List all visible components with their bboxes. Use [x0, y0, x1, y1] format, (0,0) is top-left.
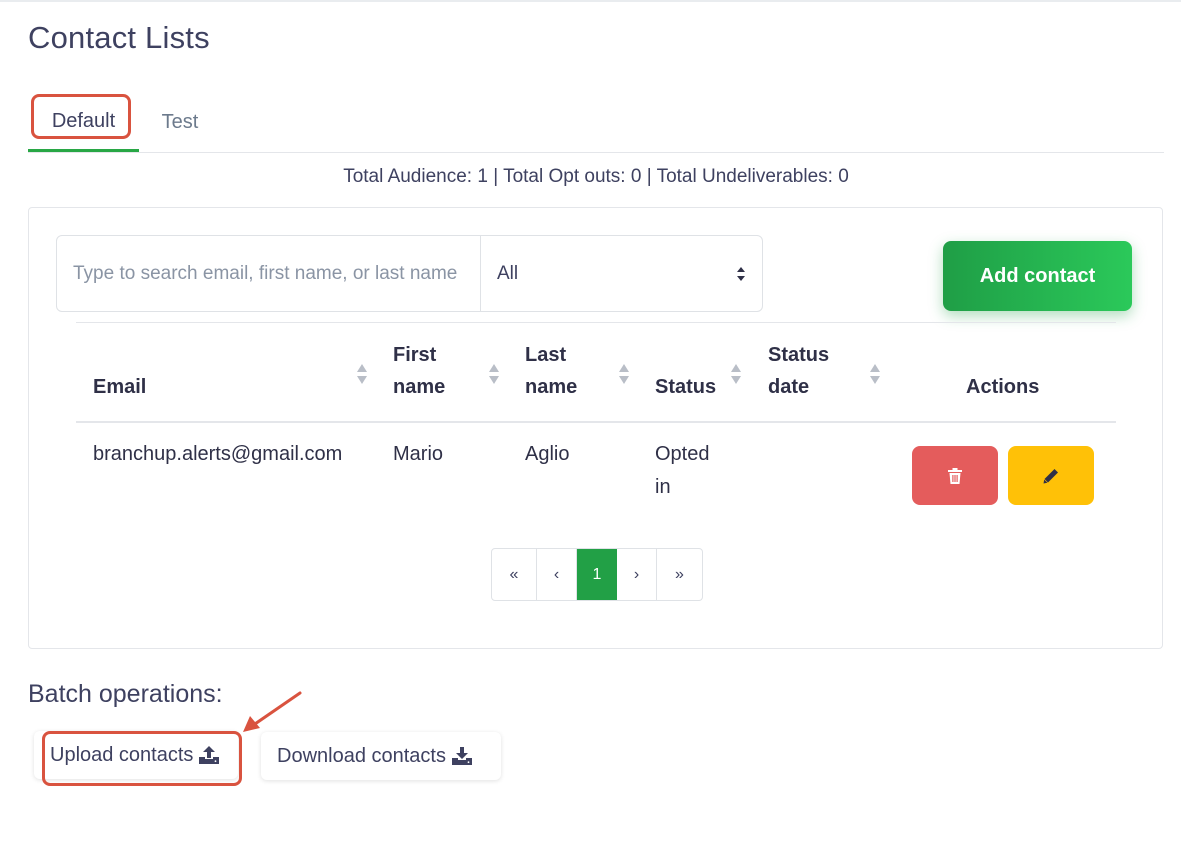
sort-icon[interactable] — [356, 363, 368, 385]
search-filter-group: All — [56, 235, 763, 312]
column-header-email[interactable]: Email — [93, 371, 146, 403]
column-header-email-label: Email — [93, 376, 147, 398]
pagination-next[interactable]: › — [617, 549, 657, 600]
cell-email: branchup.alerts@gmail.com — [93, 443, 343, 465]
pagination-last[interactable]: » — [657, 549, 702, 600]
status-filter-select[interactable]: All — [481, 236, 762, 311]
batch-operations-title: Batch operations: — [28, 680, 223, 708]
contacts-card: All Add contact Email First name Last na… — [28, 207, 1163, 649]
upload-contacts-label: Upload contacts — [50, 743, 194, 766]
column-header-status-date[interactable]: Status date — [768, 339, 829, 403]
column-header-first-name[interactable]: First name — [393, 339, 445, 403]
column-header-status-date-line-1: Status — [768, 344, 830, 366]
upload-contacts-button[interactable]: Upload contacts — [34, 731, 238, 779]
list-tabs: Default Test — [28, 94, 1164, 153]
table-header-rule — [76, 421, 1116, 423]
cell-first-name: Mario — [393, 443, 444, 465]
pencil-icon — [1043, 468, 1058, 483]
column-header-status-label: Status — [655, 376, 717, 398]
sort-icon[interactable] — [488, 363, 500, 385]
cell-status-line-1: Opted — [655, 443, 710, 465]
column-header-status[interactable]: Status — [655, 371, 716, 403]
column-header-actions-label: Actions — [966, 376, 1040, 398]
pagination-prev[interactable]: ‹ — [537, 549, 577, 600]
status-filter-value: All — [497, 262, 519, 284]
top-divider — [0, 0, 1181, 2]
sort-icon[interactable] — [869, 363, 881, 385]
column-header-first-name-line-1: First — [393, 344, 437, 366]
column-header-status-date-line-2: date — [768, 376, 810, 398]
download-icon — [451, 747, 472, 765]
cell-last-name: Aglio — [525, 443, 570, 465]
cell-status-line-2: in — [655, 476, 671, 498]
edit-contact-button[interactable] — [1008, 446, 1094, 505]
sort-icon[interactable] — [618, 363, 630, 385]
pagination: « ‹ 1 › » — [491, 548, 703, 601]
upload-icon — [199, 746, 220, 764]
column-header-first-name-line-2: name — [393, 376, 446, 398]
annotation-arrow-icon — [243, 691, 302, 732]
audience-stats: Total Audience: 1 | Total Opt outs: 0 | … — [343, 166, 849, 187]
select-arrows-icon — [737, 266, 745, 281]
trash-icon — [948, 467, 962, 484]
sort-icon[interactable] — [730, 363, 742, 385]
table-top-divider — [76, 322, 1116, 323]
column-header-last-name[interactable]: Last name — [525, 339, 577, 403]
pagination-first[interactable]: « — [492, 549, 537, 600]
page-title: Contact Lists — [28, 20, 210, 55]
delete-contact-button[interactable] — [912, 446, 998, 505]
download-contacts-label: Download contacts — [277, 744, 446, 767]
tab-default-label: Default — [51, 110, 116, 132]
search-input[interactable] — [57, 236, 481, 311]
column-header-last-name-line-1: Last — [525, 344, 567, 366]
tab-default[interactable]: Default — [28, 94, 139, 152]
download-contacts-button[interactable]: Download contacts — [261, 732, 501, 780]
tab-test[interactable]: Test — [148, 94, 212, 150]
pagination-page-current[interactable]: 1 — [577, 549, 617, 600]
cell-status: Opted in — [655, 438, 709, 504]
add-contact-button[interactable]: Add contact — [943, 241, 1132, 311]
column-header-last-name-line-2: name — [525, 376, 578, 398]
column-header-actions: Actions — [966, 371, 1039, 403]
tab-test-label: Test — [161, 110, 199, 133]
